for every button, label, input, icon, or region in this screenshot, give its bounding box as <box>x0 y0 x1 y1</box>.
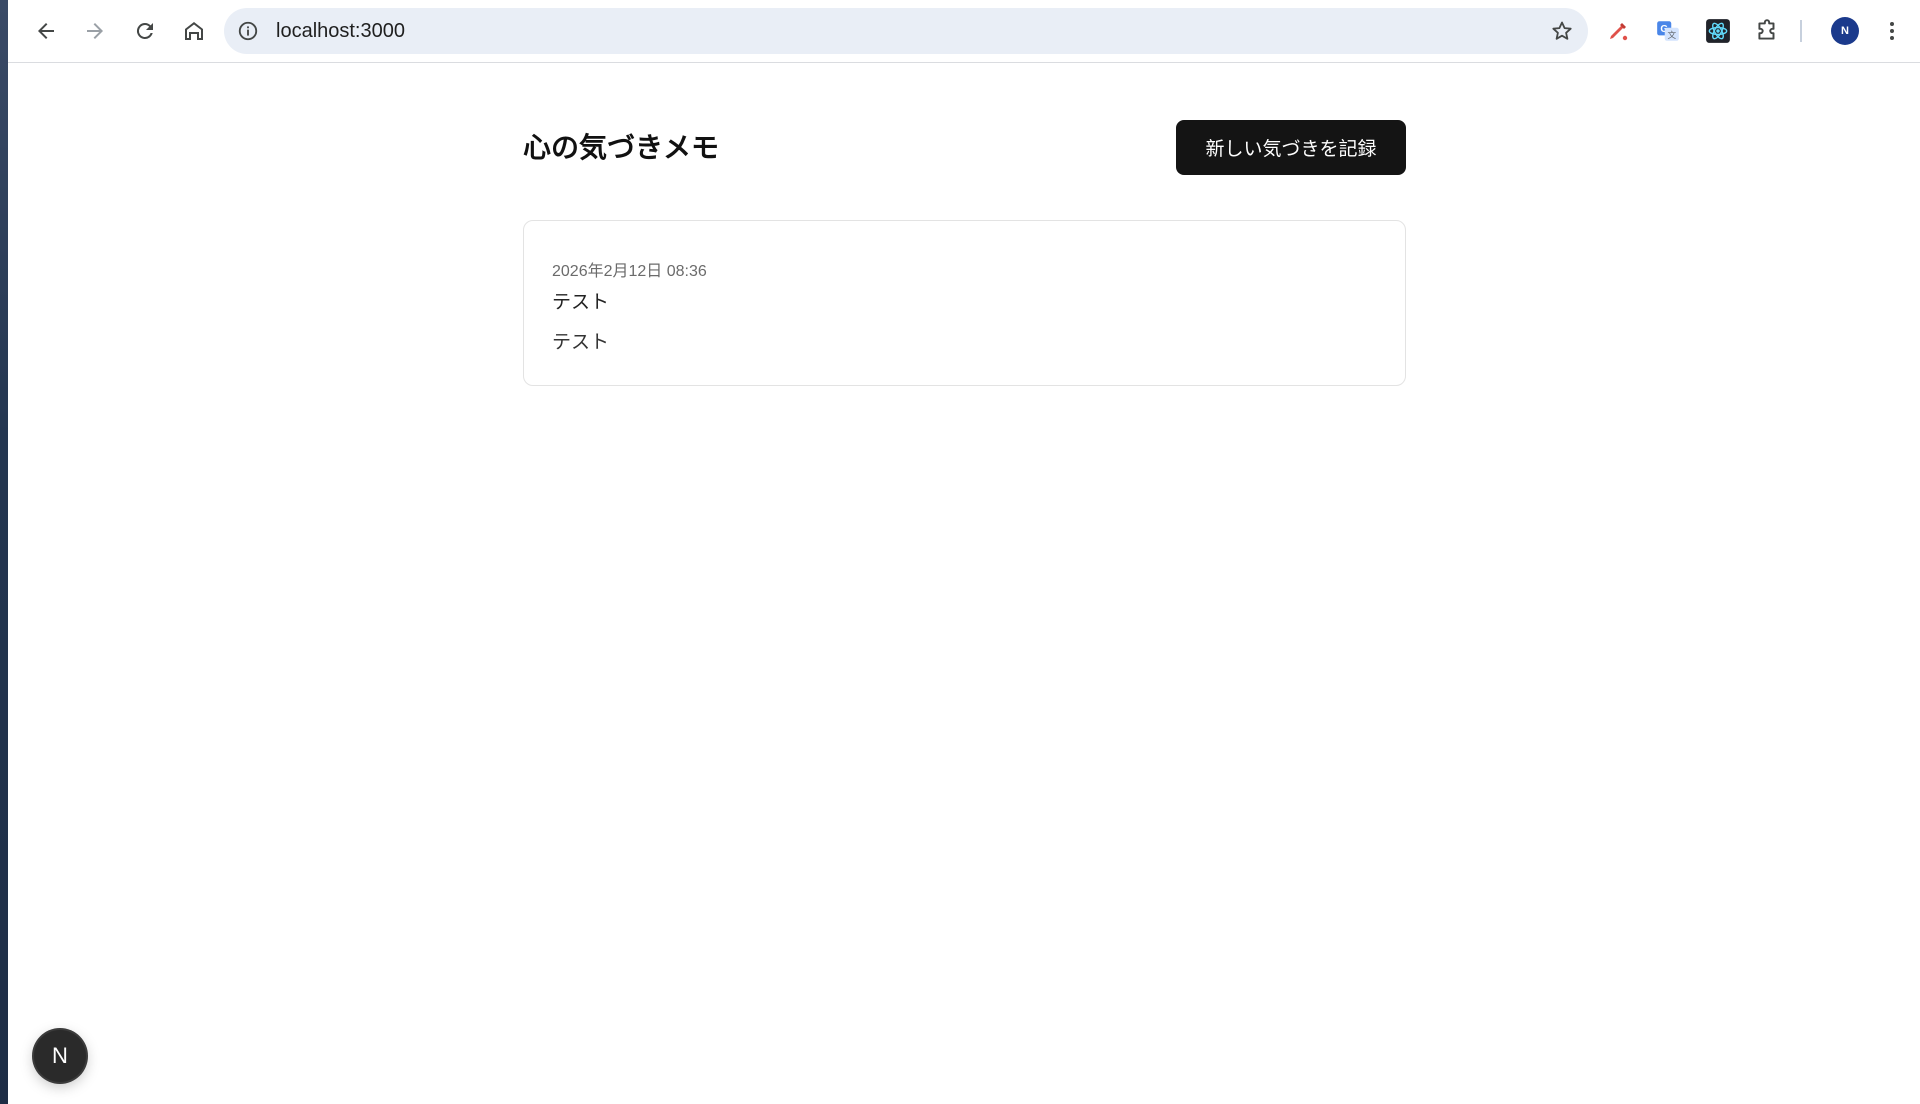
reload-button[interactable] <box>125 11 165 51</box>
new-entry-button[interactable]: 新しい気づきを記録 <box>1176 120 1406 175</box>
info-icon[interactable] <box>236 19 260 43</box>
react-devtools-icon[interactable] <box>1704 17 1732 45</box>
entry-title: テスト <box>552 291 610 313</box>
browser-window: localhost:3000 G 文 N 心の気づきメモ 新しい気づきを記録 2… <box>0 0 1920 1104</box>
page-title: 心の気づきメモ <box>523 131 720 164</box>
puzzle-icon[interactable] <box>1753 17 1781 45</box>
profile-avatar[interactable]: N <box>1831 17 1859 45</box>
arrow-left-icon <box>38 23 54 39</box>
home-button[interactable] <box>174 11 214 51</box>
back-button[interactable] <box>26 11 66 51</box>
entry-date: 2026年2月12日 08:36 <box>552 263 707 280</box>
entry-card[interactable]: 2026年2月12日 08:36 テスト テスト <box>523 220 1406 386</box>
reload-icon <box>136 22 153 39</box>
address-bar[interactable]: localhost:3000 <box>224 8 1588 54</box>
entry-body: テスト <box>552 331 610 353</box>
star-icon[interactable] <box>1550 19 1574 43</box>
desktop-background-edge <box>0 0 8 1104</box>
kebab-menu-icon[interactable] <box>1878 17 1906 45</box>
translate-icon[interactable]: G 文 <box>1654 17 1682 45</box>
arrow-right-icon <box>87 23 103 39</box>
svg-text:文: 文 <box>1667 29 1676 41</box>
browser-toolbar: localhost:3000 G 文 N <box>8 0 1920 63</box>
forward-button[interactable] <box>75 11 115 51</box>
page-content: 心の気づきメモ 新しい気づきを記録 2026年2月12日 08:36 テスト テ… <box>8 64 1920 1104</box>
home-icon <box>185 22 203 40</box>
nextjs-dev-indicator[interactable]: N <box>34 1030 86 1082</box>
pen-tool-icon[interactable] <box>1604 17 1632 45</box>
url-text[interactable]: localhost:3000 <box>276 8 405 54</box>
toolbar-divider <box>1800 20 1802 42</box>
